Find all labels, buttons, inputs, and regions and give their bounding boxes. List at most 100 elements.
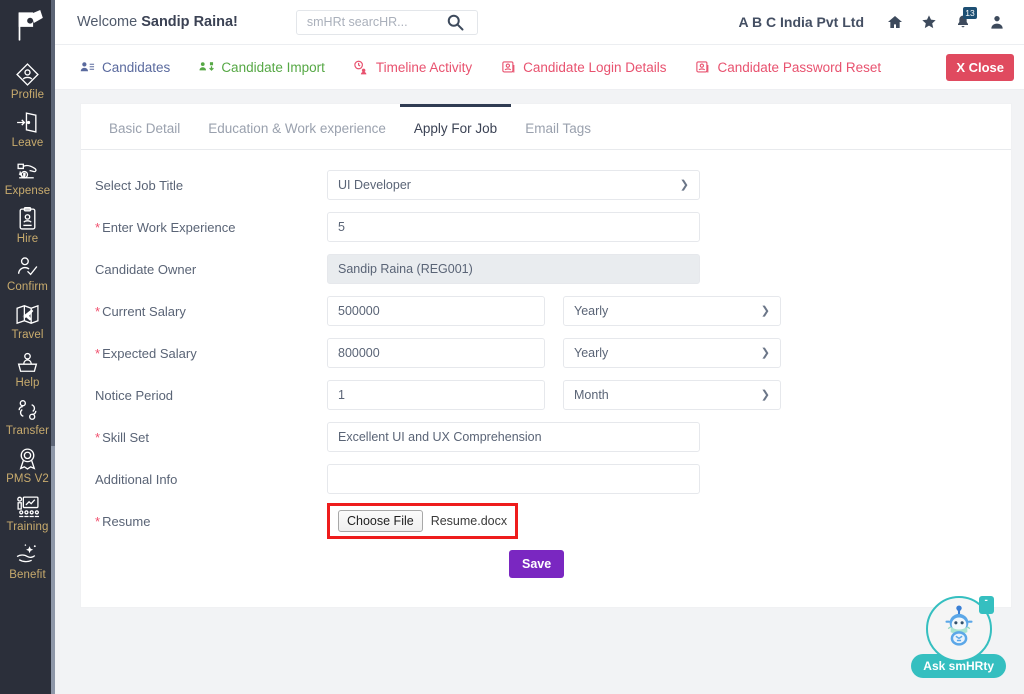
close-button[interactable]: X Close (946, 54, 1014, 81)
map-plane-icon (15, 301, 41, 327)
sidebar-label: Expense (5, 185, 50, 197)
sidebar: Profile Leave (0, 0, 55, 694)
label-additional-info: Additional Info (95, 472, 327, 487)
notification-badge: 13 (963, 7, 977, 19)
sidebar-item-travel[interactable]: Travel (0, 294, 55, 342)
label-text: Expected Salary (102, 346, 197, 361)
clock-user-icon (353, 59, 369, 75)
label-text: Resume (102, 514, 150, 529)
job-title-select[interactable]: UI Developer ❯ (327, 170, 700, 200)
menu-item-candidates[interactable]: Candidates (79, 59, 170, 75)
menu-item-candidate-login-details[interactable]: Candidate Login Details (500, 59, 666, 75)
additional-info-field[interactable] (327, 464, 700, 494)
sidebar-item-leave[interactable]: Leave (0, 102, 55, 150)
welcome-username: Sandip Raina! (141, 14, 238, 30)
label-text: Current Salary (102, 304, 186, 319)
bell-icon[interactable]: 13 (954, 13, 972, 31)
sidebar-item-transfer[interactable]: Transfer (0, 390, 55, 438)
tab-basic-detail[interactable]: Basic Detail (95, 104, 194, 149)
save-button[interactable]: Save (509, 550, 564, 578)
menu-label: Candidate Login Details (523, 60, 666, 75)
label-expected-salary: *Expected Salary (95, 346, 327, 361)
candidate-owner-field: Sandip Raina (REG001) (327, 254, 700, 284)
app-logo[interactable] (0, 2, 55, 50)
sidebar-item-pms-v2[interactable]: PMS V2 (0, 438, 55, 486)
menu-item-candidate-import[interactable]: Candidate Import (198, 59, 325, 75)
sidebar-item-expense[interactable]: Expense (0, 150, 55, 198)
hand-rupee-icon (15, 157, 41, 183)
presenter-board-icon (15, 493, 41, 519)
tab-education-work-experience[interactable]: Education & Work experience (194, 104, 400, 149)
menu-item-candidate-password-reset[interactable]: Candidate Password Reset (695, 59, 882, 75)
user-badge-icon (15, 61, 41, 87)
notice-period-unit-value: Month (574, 388, 609, 402)
required-asterisk: * (95, 220, 100, 235)
sidebar-item-training[interactable]: Training (0, 486, 55, 534)
label-resume: *Resume (95, 514, 327, 529)
label-work-experience: *Enter Work Experience (95, 220, 327, 235)
form-row-additional-info: Additional Info (81, 458, 1011, 500)
expected-salary-field[interactable] (327, 338, 545, 368)
work-experience-input[interactable] (338, 213, 689, 241)
notice-period-unit-select[interactable]: Month ❯ (563, 380, 781, 410)
chevron-down-icon: ❯ (761, 306, 770, 317)
app-root: Profile Leave (0, 0, 1024, 694)
candidate-owner-value: Sandip Raina (REG001) (338, 262, 473, 276)
main-column: Welcome Sandip Raina! A B C India Pvt Lt… (55, 0, 1024, 694)
work-experience-field[interactable] (327, 212, 700, 242)
sidebar-label: Transfer (6, 425, 49, 437)
company-name: A B C India Pvt Ltd (739, 14, 864, 30)
sidebar-label: Hire (17, 233, 39, 245)
menu-item-timeline-activity[interactable]: Timeline Activity (353, 59, 472, 75)
badge-icon (695, 59, 711, 75)
notice-period-input[interactable] (338, 381, 534, 409)
form-row-job-title: Select Job Title UI Developer ❯ (81, 164, 1011, 206)
tab-email-tags[interactable]: Email Tags (511, 104, 605, 149)
required-asterisk: * (95, 430, 100, 445)
sidebar-item-hire[interactable]: Hire (0, 198, 55, 246)
skill-set-field[interactable] (327, 422, 700, 452)
door-exit-icon (15, 109, 41, 135)
form-row-skill-set: *Skill Set (81, 416, 1011, 458)
sidebar-item-help[interactable]: Help (0, 342, 55, 390)
chevron-down-icon: ❯ (761, 390, 770, 401)
search-box[interactable] (296, 10, 478, 35)
user-icon[interactable] (988, 13, 1006, 31)
expected-salary-period-select[interactable]: Yearly ❯ (563, 338, 781, 368)
sidebar-item-confirm[interactable]: Confirm (0, 246, 55, 294)
search-input[interactable] (305, 11, 445, 34)
chevron-down-icon: ❯ (680, 180, 689, 191)
required-asterisk: * (95, 514, 100, 529)
form-row-candidate-owner: Candidate Owner Sandip Raina (REG001) (81, 248, 1011, 290)
resume-file-input-highlight[interactable]: Choose File Resume.docx (327, 503, 518, 539)
home-icon[interactable] (886, 13, 904, 31)
current-salary-period-select[interactable]: Yearly ❯ (563, 296, 781, 326)
resume-file-name: Resume.docx (431, 514, 507, 528)
sidebar-item-benefit[interactable]: Benefit (0, 534, 55, 582)
tab-apply-for-job[interactable]: Apply For Job (400, 104, 511, 149)
notice-period-field[interactable] (327, 380, 545, 410)
search-button[interactable] (445, 12, 465, 32)
current-salary-input[interactable] (338, 297, 534, 325)
label-skill-set: *Skill Set (95, 430, 327, 445)
menu-label: Candidates (102, 60, 170, 75)
sidebar-item-profile[interactable]: Profile (0, 54, 55, 102)
current-salary-field[interactable] (327, 296, 545, 326)
job-title-value: UI Developer (338, 178, 411, 192)
skill-set-input[interactable] (338, 423, 689, 451)
welcome-prefix: Welcome (77, 14, 141, 30)
form-row-work-experience: *Enter Work Experience (81, 206, 1011, 248)
sidebar-label: Help (15, 377, 39, 389)
module-menu-bar: Candidates Candidate Import (55, 45, 1024, 90)
two-person-arrows-icon (15, 397, 41, 423)
robot-mask-avatar-icon[interactable]: - (926, 596, 992, 662)
form-row-notice-period: Notice Period Month ❯ (81, 374, 1011, 416)
label-job-title: Select Job Title (95, 178, 327, 193)
expected-salary-input[interactable] (338, 339, 534, 367)
chatbot-launcher[interactable]: - Ask smHRty (911, 596, 1006, 678)
menu-label: Candidate Import (221, 60, 325, 75)
choose-file-button[interactable]: Choose File (338, 510, 423, 532)
award-ribbon-icon (15, 445, 41, 471)
additional-info-input[interactable] (338, 465, 689, 493)
star-icon[interactable] (920, 13, 938, 31)
